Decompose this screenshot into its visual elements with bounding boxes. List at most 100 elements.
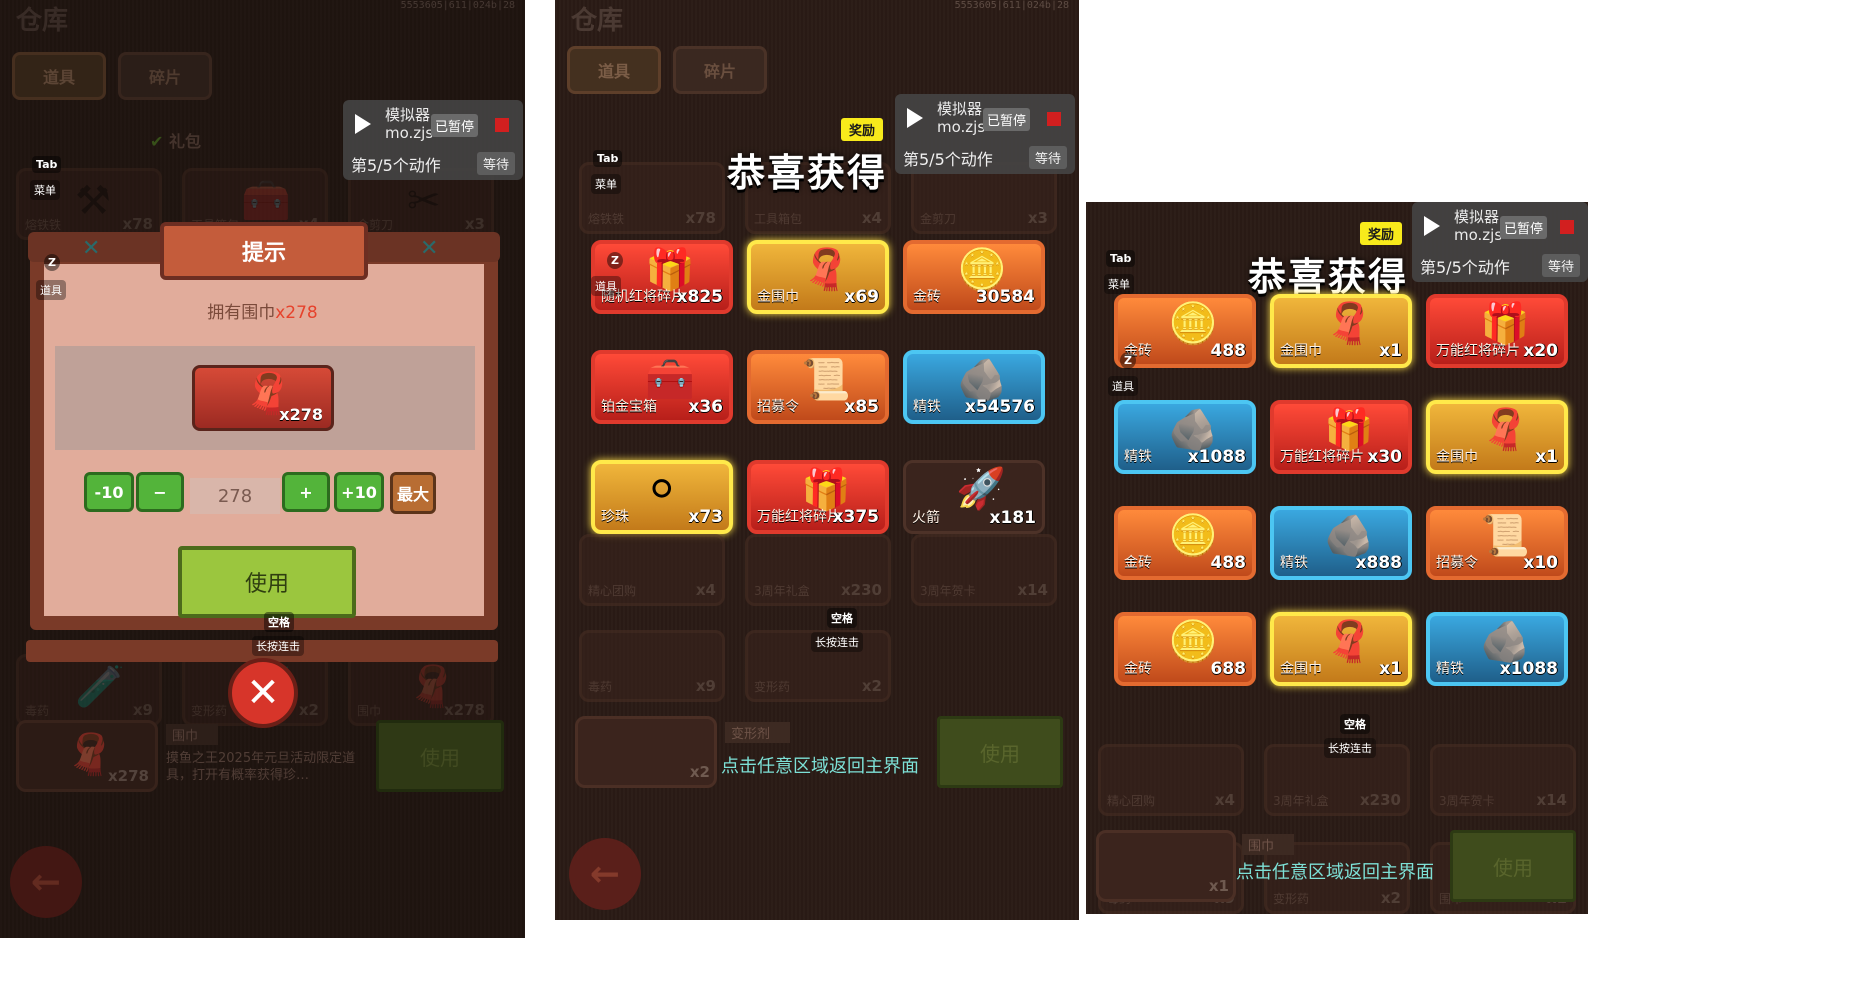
gift-icon: 🎁 — [1324, 407, 1374, 453]
reward-name: 金砖 — [913, 289, 941, 305]
play-icon[interactable] — [355, 114, 371, 134]
reward-count: 488 — [1210, 553, 1247, 573]
minus-ten-button[interactable]: -10 — [84, 472, 134, 512]
hotkey-space-label: 长按连击 — [252, 636, 304, 656]
reward-tile: 🪙 金砖 30584 — [903, 240, 1045, 314]
reward-name: 万能红将碎片 — [757, 509, 841, 525]
hotkey-tab: Tab — [1106, 250, 1136, 267]
wait-button[interactable]: 等待 — [1028, 146, 1067, 169]
hotkey-z: Z — [607, 252, 623, 269]
reward-name: 万能红将碎片 — [1436, 343, 1520, 359]
iron-icon: 🪨 — [957, 357, 1007, 403]
hotkey-z-label: 道具 — [36, 280, 66, 300]
plus-button[interactable]: + — [282, 472, 330, 512]
reward-count: 30584 — [975, 287, 1035, 307]
reward-count: x1088 — [1187, 447, 1246, 467]
reward-tile: ⚪ 珍珠 x73 — [591, 460, 733, 534]
progress-text: 第5/5个动作 — [351, 156, 441, 175]
reward-count: x36 — [688, 397, 723, 417]
reward-name: 珍珠 — [601, 509, 629, 525]
stop-icon[interactable] — [1560, 220, 1574, 234]
reward-name: 精铁 — [1280, 555, 1308, 571]
scroll-icon: 📜 — [801, 357, 851, 403]
item-tile: 3周年贺卡 x14 — [911, 534, 1057, 606]
dialog-item-tile: 🧣 x278 — [192, 365, 334, 431]
hotkey-space-label: 长按连击 — [1324, 738, 1376, 758]
max-button[interactable]: 最大 — [390, 472, 436, 514]
item-tile: 精心团购 x4 — [579, 534, 725, 606]
item-tile: 3周年礼盒 x230 — [745, 534, 891, 606]
gold-bar-icon: 🪙 — [957, 247, 1007, 293]
reward-screen-1[interactable]: 仓库 5553605|611|024b|28 道具 碎片 熔铁铁 x78 工具箱包… — [555, 0, 1079, 920]
back-button[interactable]: ← — [569, 838, 641, 910]
gold-bar-icon: 🪙 — [1168, 301, 1218, 347]
reward-name: 招募令 — [757, 399, 799, 415]
play-icon[interactable] — [1424, 216, 1440, 236]
reward-tile: 🪙 金砖 688 — [1114, 612, 1256, 686]
scroll-icon: 📜 — [1480, 513, 1530, 559]
reward-count: 688 — [1210, 659, 1247, 679]
stop-icon[interactable] — [1047, 112, 1061, 126]
reward-grid: 🪙 金砖 488 🧣 金围巾 x1 🎁 万能红将碎片 x20 🪨 精铁 x1088 🎁 万能红将碎片 x30… — [1114, 294, 1568, 686]
fish-icon: ✕ — [420, 236, 439, 261]
hotkey-tab: Tab — [32, 156, 62, 173]
hotkey-tab-label: 菜单 — [591, 174, 621, 194]
item-tile: 毒药x9 — [579, 630, 725, 702]
wait-button[interactable]: 等待 — [476, 152, 515, 175]
reward-count: x375 — [832, 507, 879, 527]
emulator-overlay: 模拟器 mo.zjs 已暂停 第5/5个动作 等待 — [343, 100, 523, 180]
tab-fragments[interactable]: 碎片 — [673, 46, 767, 94]
reward-tile: 🪨 精铁 x54576 — [903, 350, 1045, 424]
scarf-icon: 🧣 — [801, 247, 851, 293]
scarf-icon: 🧣 — [1324, 619, 1374, 665]
reward-tile: 🪨 精铁 x888 — [1270, 506, 1412, 580]
chest-icon: 🧰 — [645, 357, 695, 403]
hotkey-tab-label: 菜单 — [30, 180, 60, 200]
reward-tile: 🧣 金围巾 x69 — [747, 240, 889, 314]
hotkey-tab: Tab — [593, 150, 623, 167]
reward-tile: 🧣 金围巾 x1 — [1270, 612, 1412, 686]
paused-badge: 已暂停 — [983, 108, 1031, 131]
reward-count: x1 — [1379, 659, 1402, 679]
return-hint[interactable]: 点击任意区域返回主界面 — [721, 752, 919, 778]
dialog-title: 提示 — [160, 222, 368, 280]
close-button[interactable]: ✕ — [228, 658, 298, 728]
hotkey-z-label: 道具 — [1108, 376, 1138, 396]
hotkey-space-label: 长按连击 — [811, 632, 863, 652]
tab-items[interactable]: 道具 — [567, 46, 661, 94]
owned-count: 拥有围巾x278 — [207, 303, 318, 323]
reward-count: x1 — [1535, 447, 1558, 467]
inventory-dialog-screen: 仓库 5553605|611|024b|28 道具 碎片 ✔ 礼包 ⚒ 熔铁铁 x7… — [0, 0, 525, 938]
return-hint[interactable]: 点击任意区域返回主界面 — [1236, 858, 1434, 884]
wait-button[interactable]: 等待 — [1541, 254, 1580, 277]
reward-name: 精铁 — [1436, 661, 1464, 677]
reward-name: 精铁 — [913, 399, 941, 415]
play-icon[interactable] — [907, 108, 923, 128]
quantity-field[interactable]: 278 — [190, 478, 280, 514]
faded-bottom-grid: 精心团购 x4 3周年礼盒 x230 3周年贺卡 x14 毒药 x9 变形药 x2 — [579, 534, 1057, 702]
reward-name: 金砖 — [1124, 661, 1152, 677]
pearl-icon: ⚪ — [645, 467, 679, 513]
hotkey-space: 空格 — [1340, 714, 1370, 734]
item-tile: 熔铁铁 x78 — [579, 162, 725, 234]
plus-ten-button[interactable]: +10 — [334, 472, 384, 512]
paused-badge: 已暂停 — [431, 114, 479, 137]
item-name-label: 围巾 — [1242, 834, 1295, 855]
minus-button[interactable]: − — [136, 472, 184, 512]
reward-count: x888 — [1355, 553, 1402, 573]
reward-name: 金砖 — [1124, 555, 1152, 571]
selected-item-slot: x2 — [575, 716, 717, 788]
gift-icon: 🎁 — [801, 467, 851, 513]
selected-item-slot: x1 — [1096, 830, 1236, 902]
reward-name: 火箭 — [912, 510, 940, 526]
hotkey-z: Z — [44, 254, 60, 271]
use-button[interactable]: 使用 — [178, 546, 356, 618]
reward-name: 精铁 — [1124, 449, 1152, 465]
reward-title: 恭喜获得 — [1248, 255, 1409, 299]
stop-icon[interactable] — [495, 118, 509, 132]
page-title: 仓库 — [571, 6, 624, 36]
reward-name: 万能红将碎片 — [1280, 449, 1364, 465]
reward-screen-2[interactable]: 奖励 恭喜获得 🪙 金砖 488 🧣 金围巾 x1 🎁 万能红将碎片 x20 🪨 精铁 x1088 🎁 万… — [1086, 202, 1588, 914]
reward-tile: 📜 招募令 x85 — [747, 350, 889, 424]
reward-tile: 🧣 金围巾 x1 — [1426, 400, 1568, 474]
